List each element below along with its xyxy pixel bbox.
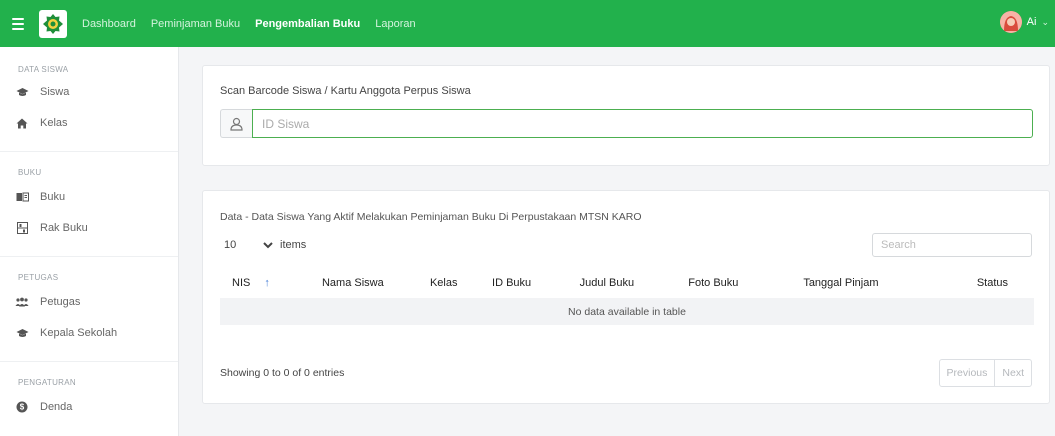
- column-header-nama-siswa[interactable]: Nama Siswa: [290, 268, 416, 298]
- column-header-nis[interactable]: NIS ↑: [220, 268, 290, 298]
- sidebar-heading-buku: BUKU: [18, 168, 42, 177]
- sidebar-item-rak-buku[interactable]: Rak Buku: [0, 217, 178, 239]
- app-logo[interactable]: [39, 9, 67, 38]
- money-icon: $: [15, 400, 29, 414]
- users-icon: [15, 295, 29, 309]
- sidebar-heading-data-siswa: DATA SISWA: [18, 65, 69, 74]
- sidebar-item-label: Kelas: [40, 117, 68, 129]
- pagination: Previous Next: [938, 359, 1032, 387]
- column-header-kelas[interactable]: Kelas: [416, 268, 472, 298]
- nav-link-laporan[interactable]: Laporan: [375, 18, 415, 30]
- sidebar-divider: [0, 361, 178, 362]
- search-input[interactable]: [872, 233, 1032, 257]
- book-open-icon: [15, 190, 29, 204]
- menu-toggle-icon[interactable]: [12, 17, 34, 30]
- nav-link-dashboard[interactable]: Dashboard: [82, 18, 136, 30]
- shelf-icon: [15, 221, 29, 235]
- home-icon: [15, 116, 29, 130]
- table-info: Showing 0 to 0 of 0 entries: [220, 367, 345, 379]
- sort-asc-icon: ↑: [264, 277, 270, 289]
- items-label: items: [280, 239, 307, 251]
- table-title: Data - Data Siswa Yang Aktif Melakukan P…: [220, 211, 642, 223]
- sidebar-item-label: Buku: [40, 191, 66, 203]
- user-name: Ai: [1026, 16, 1037, 28]
- svg-text:$: $: [20, 403, 25, 412]
- column-header-status[interactable]: Status: [918, 268, 1035, 298]
- student-id-input[interactable]: [252, 109, 1033, 138]
- sidebar-item-label: Petugas: [40, 296, 81, 308]
- column-label: NIS: [232, 277, 251, 289]
- graduation-cap-icon: [15, 85, 29, 99]
- user-menu[interactable]: Ai ⌄: [999, 11, 1049, 33]
- page-length-select[interactable]: 10: [220, 234, 276, 256]
- sidebar-item-label: Siswa: [40, 86, 70, 98]
- scan-card: Scan Barcode Siswa / Kartu Anggota Perpu…: [202, 65, 1050, 166]
- sidebar-item-label: Kepala Sekolah: [40, 327, 118, 339]
- sidebar-heading-pengaturan: PENGATURAN: [18, 378, 76, 387]
- sidebar-item-kelas[interactable]: Kelas: [0, 112, 178, 134]
- next-page-button[interactable]: Next: [994, 360, 1031, 386]
- column-header-id-buku[interactable]: ID Buku: [472, 268, 552, 298]
- sidebar-divider: [0, 151, 178, 152]
- sidebar-item-label: Rak Buku: [40, 222, 88, 234]
- sidebar-divider: [0, 256, 178, 257]
- column-header-foto-buku[interactable]: Foto Buku: [662, 268, 764, 298]
- nav-link-peminjaman-buku[interactable]: Peminjaman Buku: [151, 18, 240, 30]
- sidebar: DATA SISWA Siswa Kelas BUKU Buku Rak Buk…: [0, 47, 179, 436]
- sidebar-item-denda[interactable]: $ Denda: [0, 396, 178, 418]
- nav-link-pengembalian-buku[interactable]: Pengembalian Buku: [255, 18, 360, 30]
- previous-page-button[interactable]: Previous: [940, 360, 995, 386]
- user-icon: [220, 109, 252, 138]
- table-header-row: NIS ↑ Nama Siswa Kelas ID Buku Judul Buku…: [220, 268, 1034, 298]
- sidebar-item-petugas[interactable]: Petugas: [0, 291, 178, 313]
- top-navbar: Dashboard Peminjaman Buku Pengembalian B…: [0, 0, 1055, 47]
- table-row: No data available in table: [220, 298, 1034, 325]
- column-header-tanggal-pinjam[interactable]: Tanggal Pinjam: [764, 268, 917, 298]
- scan-label: Scan Barcode Siswa / Kartu Anggota Perpu…: [220, 85, 471, 97]
- graduation-cap-icon: [15, 326, 29, 340]
- avatar: [999, 11, 1022, 33]
- sidebar-item-kepala-sekolah[interactable]: Kepala Sekolah: [0, 322, 178, 344]
- empty-table-message: No data available in table: [220, 298, 1034, 325]
- loans-table-card: Data - Data Siswa Yang Aktif Melakukan P…: [202, 190, 1050, 404]
- loans-table: NIS ↑ Nama Siswa Kelas ID Buku Judul Buku…: [220, 268, 1034, 325]
- column-header-judul-buku[interactable]: Judul Buku: [551, 268, 662, 298]
- scan-input-group: [220, 109, 1033, 138]
- sidebar-item-buku[interactable]: Buku: [0, 186, 178, 208]
- page-length-control: 10 items: [220, 234, 306, 256]
- sidebar-item-siswa[interactable]: Siswa: [0, 81, 178, 103]
- sidebar-heading-petugas: PETUGAS: [18, 273, 59, 282]
- sidebar-item-label: Denda: [40, 401, 73, 413]
- chevron-down-icon: ⌄: [1041, 16, 1049, 27]
